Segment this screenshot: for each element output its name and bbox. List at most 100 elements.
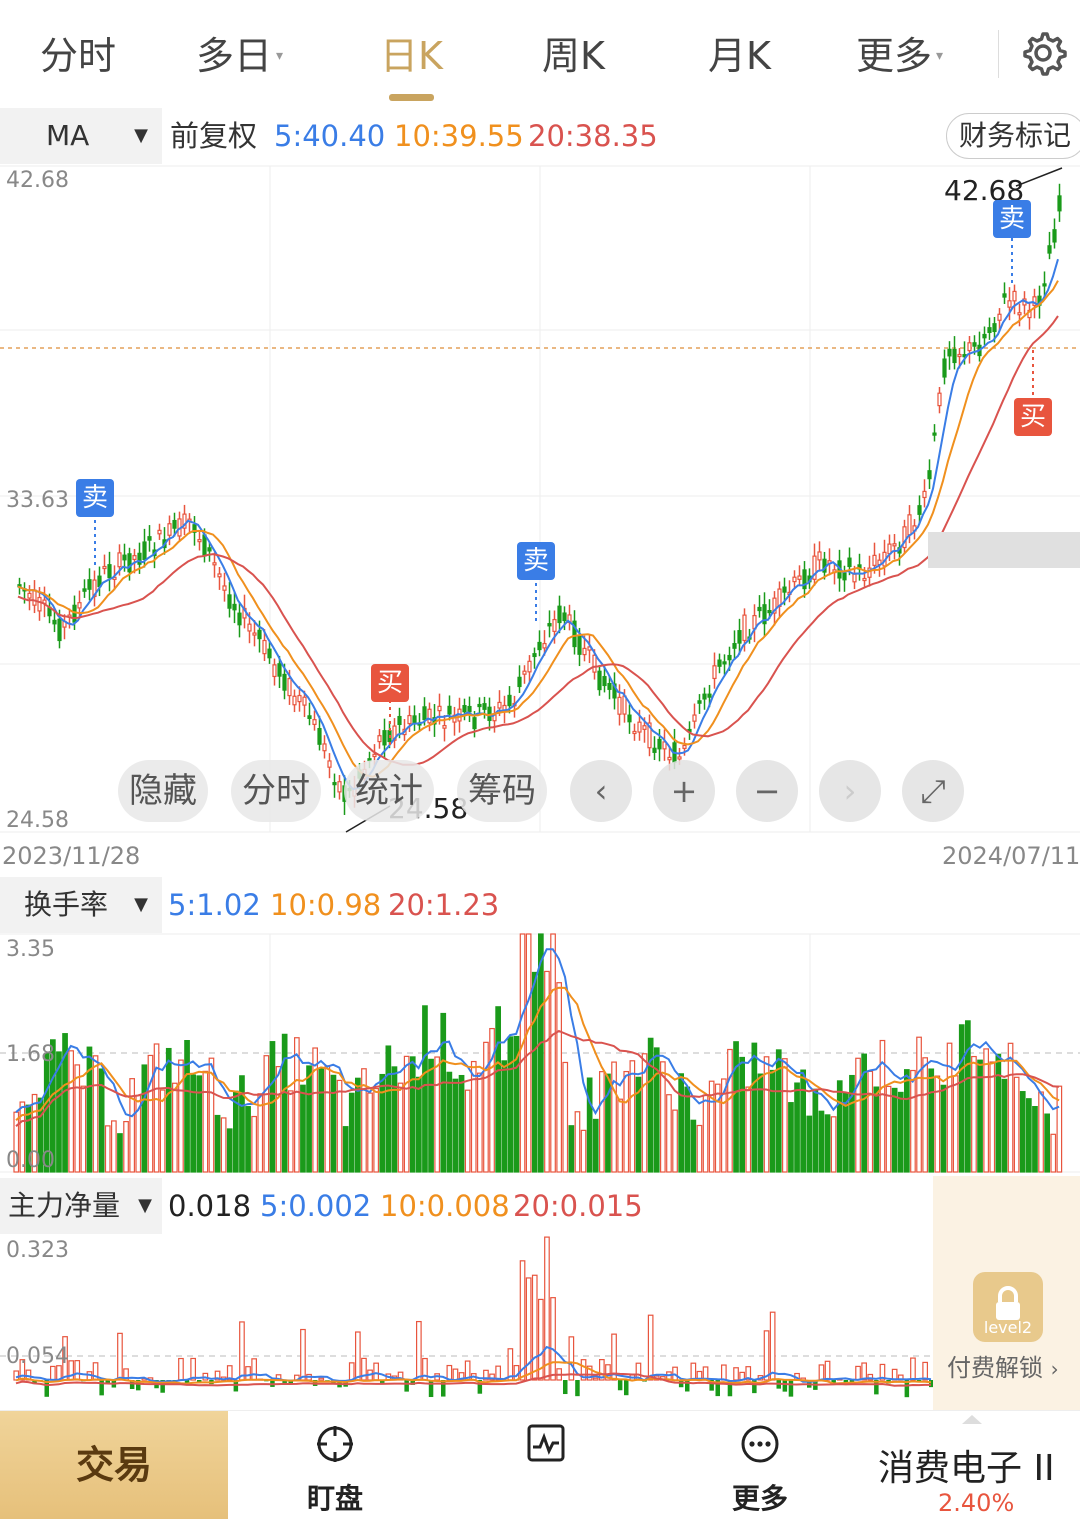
chevron-left-icon[interactable]: ‹ xyxy=(570,760,632,822)
finance-mark-button[interactable]: 财务标记 xyxy=(946,113,1080,159)
candle-body xyxy=(757,606,762,612)
capital-axis-top: 0.323 xyxy=(6,1238,69,1263)
capital-bar xyxy=(355,1331,361,1381)
capital-bar xyxy=(348,1362,355,1381)
turnover-bar xyxy=(836,1080,843,1173)
candle-body xyxy=(82,588,87,592)
candle-body xyxy=(297,694,302,703)
candle-body xyxy=(167,523,172,536)
turnover-bar xyxy=(617,1098,624,1173)
turnover-bar xyxy=(287,1090,294,1173)
candle-body xyxy=(407,714,412,725)
turnover-bar xyxy=(550,933,556,1173)
triangle-down-icon: ▼ xyxy=(134,894,148,915)
stats-button[interactable]: 统计 xyxy=(344,760,434,822)
turnover-bar xyxy=(196,1075,203,1173)
turnover-bar xyxy=(568,1125,575,1173)
turnover-bar xyxy=(916,1036,922,1173)
candle-body xyxy=(607,682,612,690)
candle-body xyxy=(797,575,802,580)
paid-unlock-panel[interactable]: level2 付费解锁 › xyxy=(933,1176,1080,1410)
turnover-bar xyxy=(690,1119,697,1173)
candle-body xyxy=(552,618,557,632)
trade-button[interactable]: 交易 xyxy=(0,1411,228,1519)
turnover-bar xyxy=(86,1046,93,1173)
candle-body xyxy=(652,747,657,753)
sell-signal-tag[interactable]: 卖 xyxy=(76,479,114,517)
capital-bar xyxy=(824,1360,831,1381)
candle-body xyxy=(292,695,297,706)
adjust-mode[interactable]: 前复权 xyxy=(170,108,257,164)
indicator-selector[interactable]: 主力净量 ▼ xyxy=(0,1178,162,1234)
candle-body xyxy=(692,714,697,722)
capital-bar xyxy=(720,1364,727,1381)
turnover-bar xyxy=(355,1077,361,1173)
turnover-bar xyxy=(165,1047,172,1173)
turnover-bar xyxy=(251,1115,257,1173)
turnover-bar xyxy=(592,1118,599,1173)
stock-kline-screen: 分时 多日 ▾ 日K 周K 月K 更多 ▾ MA ▼ 前复权 5:40.40 10:… xyxy=(0,0,1080,1519)
candle-body xyxy=(972,342,977,347)
turnover-bar xyxy=(422,1005,428,1173)
turnover-bar xyxy=(245,1106,251,1173)
capital-bar xyxy=(441,1380,446,1397)
buy-signal-tag[interactable]: 买 xyxy=(371,664,409,702)
hide-button[interactable]: 隐藏 xyxy=(118,760,208,822)
candle-body xyxy=(472,717,477,730)
turnover-bar xyxy=(452,1078,459,1173)
turnover-bar xyxy=(379,1073,386,1173)
zoom-out-icon[interactable]: − xyxy=(736,760,798,822)
watch-button[interactable]: 盯盘 xyxy=(260,1411,410,1519)
zoom-in-icon[interactable]: + xyxy=(653,760,715,822)
turnover-bar xyxy=(336,1079,343,1173)
turnover-bar xyxy=(940,1084,947,1173)
candle-body xyxy=(697,700,702,704)
more-button[interactable]: 更多 xyxy=(685,1411,835,1519)
candle-body xyxy=(312,719,317,725)
turnover-bar xyxy=(477,1072,483,1173)
chart-button[interactable] xyxy=(470,1411,620,1519)
sector-button[interactable]: 消费电子 II 2.40% xyxy=(868,1411,1080,1519)
candle-body xyxy=(127,553,132,573)
ma10-value: 10:0.98 xyxy=(270,888,382,922)
capital-bar xyxy=(733,1367,739,1381)
turnover-bar xyxy=(80,1085,87,1173)
candle-body xyxy=(442,725,447,729)
capital-bar xyxy=(300,1328,306,1381)
turnover-bar xyxy=(470,1060,477,1173)
sell-signal-tag[interactable]: 卖 xyxy=(993,200,1031,238)
indicator-selector[interactable]: 换手率 ▼ xyxy=(0,877,162,933)
sector-name: 消费电子 II xyxy=(878,1448,1055,1489)
turnover-bar xyxy=(995,1053,1002,1173)
turnover-bar xyxy=(458,1074,465,1173)
capital-bar xyxy=(519,1260,526,1381)
turnover-bar xyxy=(239,1075,245,1173)
capital-bar xyxy=(788,1380,794,1397)
candle-body xyxy=(302,696,307,706)
candle-body xyxy=(1012,290,1017,302)
candle-body xyxy=(522,670,527,675)
timeshare-button[interactable]: 分时 xyxy=(231,760,321,822)
turnover-bar xyxy=(623,1070,630,1173)
indicator-selector[interactable]: MA ▼ xyxy=(0,108,162,164)
sell-signal-tag[interactable]: 卖 xyxy=(517,542,555,580)
turnover-bar xyxy=(812,1088,819,1173)
candle-body xyxy=(282,673,287,691)
buy-signal-tag[interactable]: 买 xyxy=(1014,398,1052,436)
turnover-bar xyxy=(800,1069,807,1173)
chevron-right-icon[interactable]: › xyxy=(819,760,881,822)
candle-body xyxy=(77,602,82,609)
candle-body xyxy=(102,565,107,570)
turnover-bar xyxy=(922,1057,929,1173)
turnover-bar xyxy=(123,1120,129,1173)
candle-body xyxy=(437,705,442,712)
turnover-bar xyxy=(1044,1113,1051,1173)
candle-body xyxy=(632,730,637,735)
candle-body xyxy=(987,327,992,333)
fullscreen-icon[interactable]: ⤢ xyxy=(902,760,964,822)
turnover-bar xyxy=(666,1094,672,1173)
turnover-indicator-bar: 换手率 ▼ 5:1.02 10:0.98 20:1.23 xyxy=(0,877,1080,933)
turnover-bar xyxy=(1001,1078,1008,1173)
candle-body xyxy=(957,353,962,358)
chips-button[interactable]: 筹码 xyxy=(457,760,547,822)
